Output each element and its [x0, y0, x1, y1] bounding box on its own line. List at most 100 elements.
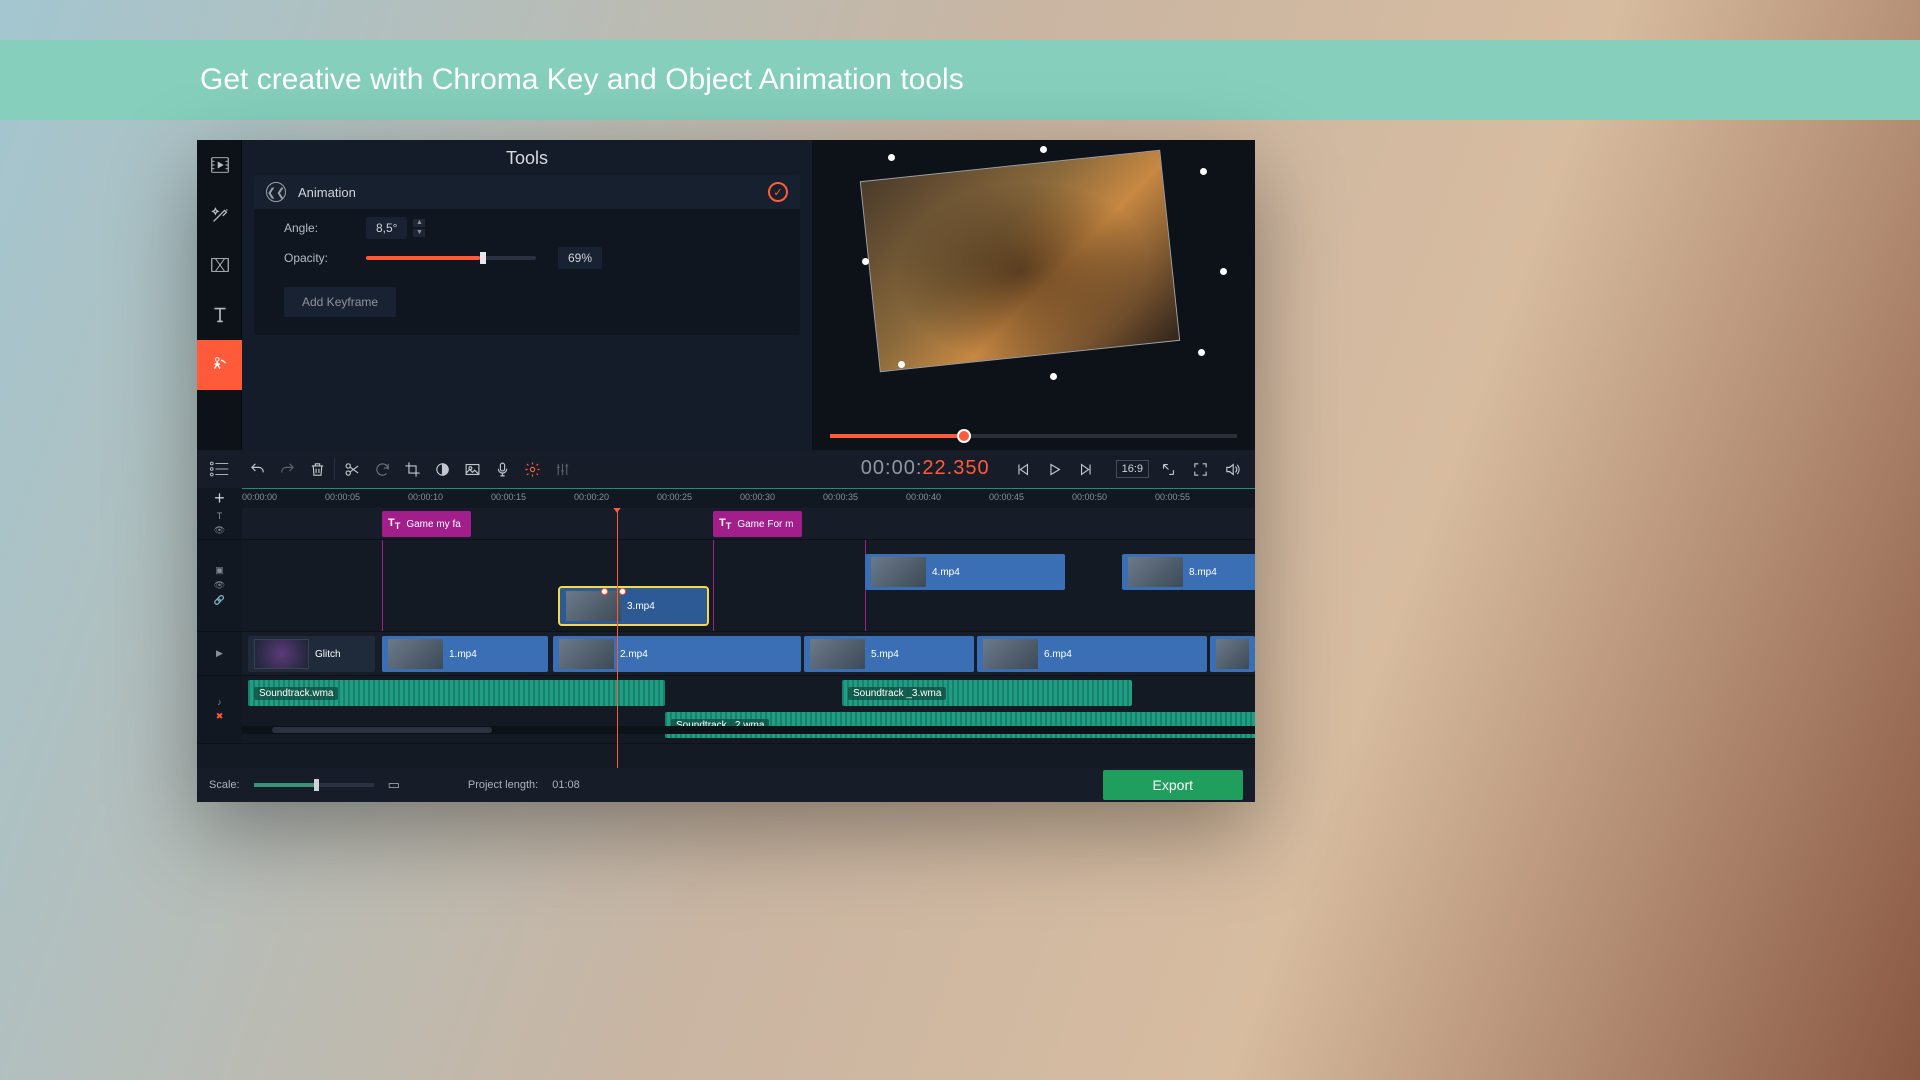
status-bar: Scale: ▭ Project length: 01:08 Export — [197, 768, 1255, 802]
crop-icon[interactable] — [397, 450, 427, 488]
filters-tab-icon[interactable] — [197, 190, 242, 240]
redo-icon[interactable] — [272, 450, 302, 488]
timeline-h-scrollbar[interactable] — [242, 726, 1255, 734]
mute-icon[interactable]: ✖ — [216, 711, 224, 722]
zoom-slider[interactable] — [254, 783, 374, 787]
add-track-icon[interactable]: + — [197, 488, 242, 508]
overlay-track: ▣ 👁 🔗 3.mp4 4.mp4 8.mp4 — [197, 540, 1255, 632]
transform-handle[interactable] — [898, 361, 905, 368]
tools-panel-title: Tools — [242, 140, 812, 175]
title-clip[interactable]: TTGame my fa — [382, 511, 471, 537]
transform-handle[interactable] — [862, 258, 869, 265]
volume-icon[interactable] — [1217, 450, 1247, 488]
color-adjust-icon[interactable] — [427, 450, 457, 488]
ruler-mark: 00:00:40 — [906, 492, 941, 502]
tools-panel: Tools ❮❮ Animation ✓ Angle: 8,5° ▲▼ Opac… — [242, 140, 812, 450]
transitions-tab-icon[interactable] — [197, 240, 242, 290]
video-clip[interactable]: 2.mp4 — [553, 636, 801, 672]
overlay-lane[interactable]: 3.mp4 4.mp4 8.mp4 — [242, 540, 1255, 631]
aspect-ratio-button[interactable]: 16:9 — [1116, 460, 1149, 478]
panel-name: Animation — [298, 185, 756, 200]
ruler-mark: 00:00:15 — [491, 492, 526, 502]
side-tool-rail — [197, 140, 242, 450]
ruler-mark: 00:00:55 — [1155, 492, 1190, 502]
animation-tab-icon[interactable] — [197, 340, 242, 390]
export-button[interactable]: Export — [1103, 770, 1243, 800]
next-frame-icon[interactable] — [1072, 450, 1102, 488]
project-length-value: 01:08 — [552, 779, 580, 791]
timeline-playhead[interactable] — [617, 508, 618, 768]
video-track-icon: ▶ — [216, 648, 223, 659]
audio-clip[interactable]: Soundtrack.wma — [248, 680, 665, 706]
video-clip[interactable]: 5.mp4 — [804, 636, 974, 672]
project-length-label: Project length: — [468, 779, 538, 791]
overlay-clip[interactable]: 4.mp4 — [865, 554, 1065, 590]
transform-handle[interactable] — [1200, 168, 1207, 175]
equalizer-icon[interactable] — [547, 450, 577, 488]
timeline-toolbar: 00:00:22.350 16:9 — [197, 450, 1255, 488]
preview-playhead[interactable] — [957, 429, 971, 443]
video-clip[interactable] — [1210, 636, 1255, 672]
preview-canvas[interactable] — [830, 148, 1237, 398]
scale-label: Scale: — [209, 779, 240, 791]
mic-icon[interactable] — [487, 450, 517, 488]
media-tab-icon[interactable] — [197, 140, 242, 190]
audio-track-icon: ♪ — [217, 697, 222, 707]
transform-handle[interactable] — [1050, 373, 1057, 380]
transform-handle[interactable] — [1220, 268, 1227, 275]
video-track: ▶ Glitch1.mp42.mp45.mp46.mp4 — [197, 632, 1255, 676]
timeline-tracks: T 👁 TTGame my fa TTGame For m ▣ 👁 🔗 3.mp4 4.m… — [197, 508, 1255, 768]
clip-properties-icon[interactable] — [517, 450, 547, 488]
transform-handle[interactable] — [1198, 349, 1205, 356]
angle-value[interactable]: 8,5° — [366, 217, 407, 239]
video-clip[interactable]: 1.mp4 — [382, 636, 548, 672]
undo-icon[interactable] — [242, 450, 272, 488]
title-track-icon: T — [217, 511, 223, 521]
transform-handle[interactable] — [1040, 146, 1047, 153]
preview-frame-image[interactable] — [861, 151, 1179, 371]
detach-icon[interactable] — [1153, 450, 1183, 488]
picture-icon[interactable] — [457, 450, 487, 488]
audio-clip[interactable]: Soundtrack _3.wma — [842, 680, 1132, 706]
audio-clip[interactable]: Soundtrack _2.wma — [665, 712, 1255, 738]
eye-icon[interactable]: 👁 — [214, 525, 225, 536]
preview-scrubber[interactable] — [830, 434, 1237, 438]
titles-tab-icon[interactable] — [197, 290, 242, 340]
ruler-mark: 00:00:50 — [1072, 492, 1107, 502]
play-icon[interactable] — [1040, 450, 1070, 488]
link-icon[interactable]: 🔗 — [214, 595, 225, 606]
video-clip[interactable]: 6.mp4 — [977, 636, 1207, 672]
overlay-clip[interactable]: 8.mp4 — [1122, 554, 1255, 590]
title-lane[interactable]: TTGame my fa TTGame For m — [242, 508, 1255, 539]
add-keyframe-button[interactable]: Add Keyframe — [284, 287, 396, 317]
split-icon[interactable] — [337, 450, 367, 488]
title-track: T 👁 TTGame my fa TTGame For m — [197, 508, 1255, 540]
panel-back-icon[interactable]: ❮❮ — [266, 182, 286, 202]
timeline-ruler[interactable]: + 00:00:0000:00:0500:00:1000:00:1500:00:… — [197, 488, 1255, 508]
opacity-slider[interactable] — [366, 256, 536, 260]
panel-apply-icon[interactable]: ✓ — [768, 182, 788, 202]
eye-icon[interactable]: 👁 — [214, 580, 225, 591]
angle-label: Angle: — [284, 221, 354, 235]
video-lane[interactable]: Glitch1.mp42.mp45.mp46.mp4 — [242, 632, 1255, 675]
delete-icon[interactable] — [302, 450, 332, 488]
overlay-clip[interactable]: 3.mp4 — [560, 588, 707, 624]
effect-clip[interactable]: Glitch — [248, 636, 375, 672]
ruler-mark: 00:00:05 — [325, 492, 360, 502]
ruler-mark: 00:00:20 — [574, 492, 609, 502]
ruler-mark: 00:00:25 — [657, 492, 692, 502]
opacity-value: 69% — [558, 247, 602, 269]
transform-handle[interactable] — [888, 154, 895, 161]
fullscreen-icon[interactable] — [1185, 450, 1215, 488]
title-clip[interactable]: TTGame For m — [713, 511, 802, 537]
rotate-icon[interactable] — [367, 450, 397, 488]
angle-spinner[interactable]: ▲▼ — [413, 218, 425, 238]
promo-banner-text: Get creative with Chroma Key and Object … — [200, 63, 964, 97]
track-list-icon[interactable] — [197, 461, 242, 477]
opacity-label: Opacity: — [284, 251, 354, 265]
ruler-mark: 00:00:10 — [408, 492, 443, 502]
overlay-track-icon: ▣ — [215, 565, 224, 576]
prev-frame-icon[interactable] — [1008, 450, 1038, 488]
fit-zoom-icon[interactable]: ▭ — [388, 777, 400, 793]
animation-panel: ❮❮ Animation ✓ Angle: 8,5° ▲▼ Opacity: 6… — [254, 175, 800, 335]
